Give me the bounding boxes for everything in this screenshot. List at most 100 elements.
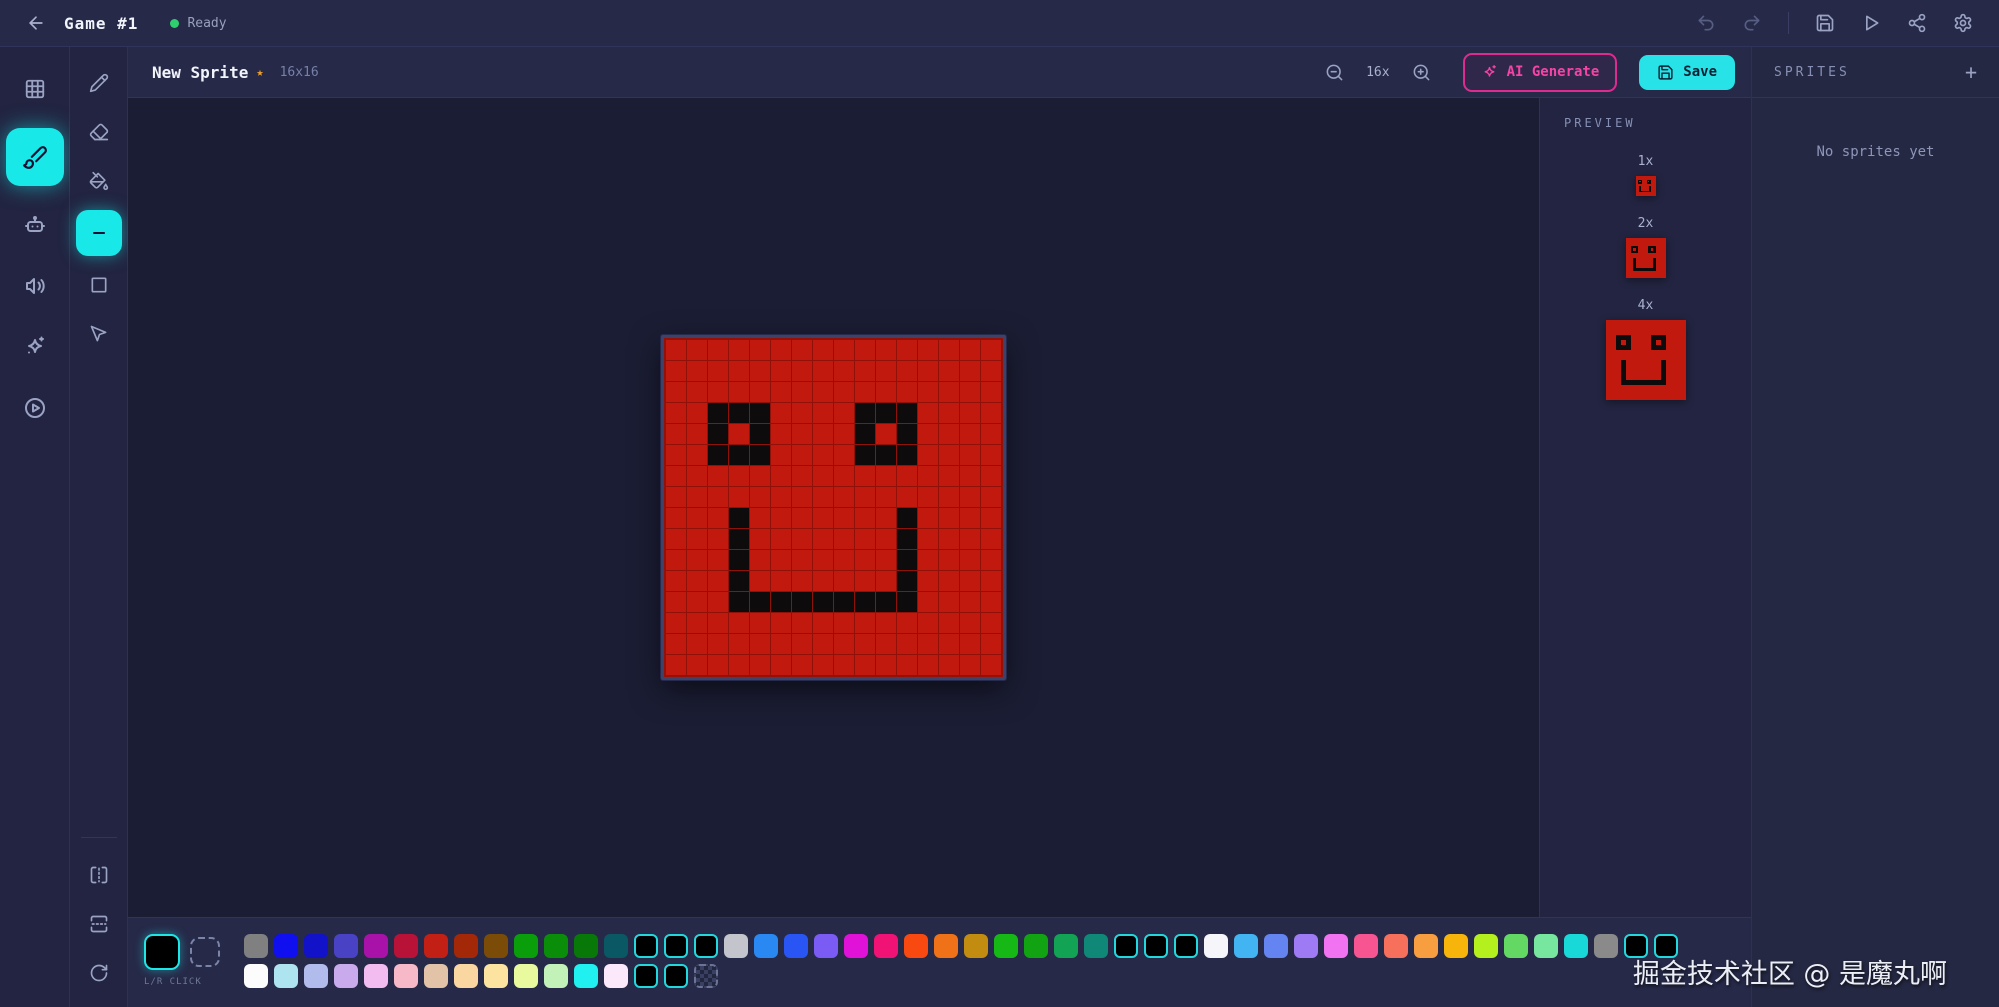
pixel-cell[interactable] <box>918 613 938 633</box>
pixel-cell[interactable] <box>750 466 770 486</box>
pixel-cell[interactable] <box>876 508 896 528</box>
palette-swatch[interactable] <box>934 934 958 958</box>
pixel-cell[interactable] <box>729 403 749 423</box>
pixel-cell[interactable] <box>708 655 728 675</box>
palette-swatch[interactable] <box>514 934 538 958</box>
pixel-cell[interactable] <box>771 592 791 612</box>
pixel-cell[interactable] <box>813 361 833 381</box>
pixel-cell[interactable] <box>687 550 707 570</box>
pixel-cell[interactable] <box>918 445 938 465</box>
sprite-canvas[interactable] <box>661 335 1006 680</box>
pixel-cell[interactable] <box>897 340 917 360</box>
pixel-cell[interactable] <box>981 613 1001 633</box>
pixel-cell[interactable] <box>771 361 791 381</box>
sidebar-item-robot[interactable] <box>13 203 57 247</box>
pixel-cell[interactable] <box>771 655 791 675</box>
palette-swatch[interactable] <box>484 964 508 988</box>
pixel-cell[interactable] <box>918 592 938 612</box>
pixel-cell[interactable] <box>792 655 812 675</box>
pixel-cell[interactable] <box>939 424 959 444</box>
pixel-cell[interactable] <box>708 550 728 570</box>
pixel-cell[interactable] <box>708 571 728 591</box>
pixel-cell[interactable] <box>939 529 959 549</box>
pixel-cell[interactable] <box>876 466 896 486</box>
pixel-cell[interactable] <box>981 592 1001 612</box>
pixel-cell[interactable] <box>855 361 875 381</box>
palette-swatch[interactable] <box>334 964 358 988</box>
pixel-cell[interactable] <box>918 466 938 486</box>
pixel-cell[interactable] <box>666 508 686 528</box>
pixel-cell[interactable] <box>897 487 917 507</box>
pixel-cell[interactable] <box>708 340 728 360</box>
pixel-cell[interactable] <box>855 508 875 528</box>
pixel-cell[interactable] <box>939 487 959 507</box>
pixel-cell[interactable] <box>729 634 749 654</box>
palette-swatch[interactable] <box>1564 934 1588 958</box>
pixel-cell[interactable] <box>897 382 917 402</box>
pixel-cell[interactable] <box>687 571 707 591</box>
pixel-cell[interactable] <box>834 592 854 612</box>
palette-swatch[interactable] <box>574 934 598 958</box>
pixel-cell[interactable] <box>687 466 707 486</box>
palette-swatch[interactable] <box>424 964 448 988</box>
pixel-cell[interactable] <box>792 466 812 486</box>
pixel-cell[interactable] <box>729 340 749 360</box>
pixel-cell[interactable] <box>813 487 833 507</box>
pixel-cell[interactable] <box>960 613 980 633</box>
palette-swatch[interactable] <box>484 934 508 958</box>
pixel-cell[interactable] <box>876 550 896 570</box>
pixel-cell[interactable] <box>939 571 959 591</box>
pixel-cell[interactable] <box>771 382 791 402</box>
pixel-cell[interactable] <box>981 529 1001 549</box>
palette-swatch[interactable] <box>1534 934 1558 958</box>
pixel-cell[interactable] <box>792 508 812 528</box>
pixel-cell[interactable] <box>876 340 896 360</box>
pixel-cell[interactable] <box>939 592 959 612</box>
run-button[interactable] <box>1861 13 1881 33</box>
pixel-cell[interactable] <box>813 529 833 549</box>
pixel-cell[interactable] <box>918 550 938 570</box>
palette-swatch[interactable] <box>964 934 988 958</box>
pixel-cell[interactable] <box>792 382 812 402</box>
pixel-cell[interactable] <box>918 424 938 444</box>
pixel-cell[interactable] <box>792 592 812 612</box>
pixel-cell[interactable] <box>813 592 833 612</box>
palette-swatch[interactable] <box>1294 934 1318 958</box>
pixel-cell[interactable] <box>771 403 791 423</box>
pixel-cell[interactable] <box>918 487 938 507</box>
pixel-cell[interactable] <box>834 571 854 591</box>
palette-swatch[interactable] <box>694 964 718 988</box>
pixel-cell[interactable] <box>771 466 791 486</box>
palette-swatch[interactable] <box>244 964 268 988</box>
zoom-in-button[interactable] <box>1412 63 1431 82</box>
pixel-cell[interactable] <box>666 487 686 507</box>
pixel-cell[interactable] <box>834 361 854 381</box>
pixel-cell[interactable] <box>771 529 791 549</box>
pixel-cell[interactable] <box>771 445 791 465</box>
pixel-cell[interactable] <box>729 571 749 591</box>
pixel-cell[interactable] <box>729 655 749 675</box>
palette-swatch[interactable] <box>1084 934 1108 958</box>
pixel-cell[interactable] <box>792 571 812 591</box>
palette-swatch[interactable] <box>994 934 1018 958</box>
palette-swatch[interactable] <box>394 964 418 988</box>
pixel-cell[interactable] <box>792 634 812 654</box>
pixel-cell[interactable] <box>666 466 686 486</box>
pixel-cell[interactable] <box>834 529 854 549</box>
palette-swatch[interactable] <box>364 934 388 958</box>
pixel-cell[interactable] <box>750 571 770 591</box>
pixel-cell[interactable] <box>855 466 875 486</box>
pixel-cell[interactable] <box>939 655 959 675</box>
pixel-cell[interactable] <box>813 634 833 654</box>
pixel-cell[interactable] <box>897 466 917 486</box>
pixel-cell[interactable] <box>666 382 686 402</box>
pixel-cell[interactable] <box>834 508 854 528</box>
palette-swatch[interactable] <box>664 964 688 988</box>
pixel-cell[interactable] <box>834 340 854 360</box>
pixel-cell[interactable] <box>708 361 728 381</box>
pixel-cell[interactable] <box>876 592 896 612</box>
pixel-cell[interactable] <box>792 550 812 570</box>
pixel-cell[interactable] <box>666 634 686 654</box>
pixel-cell[interactable] <box>939 634 959 654</box>
pixel-cell[interactable] <box>960 466 980 486</box>
